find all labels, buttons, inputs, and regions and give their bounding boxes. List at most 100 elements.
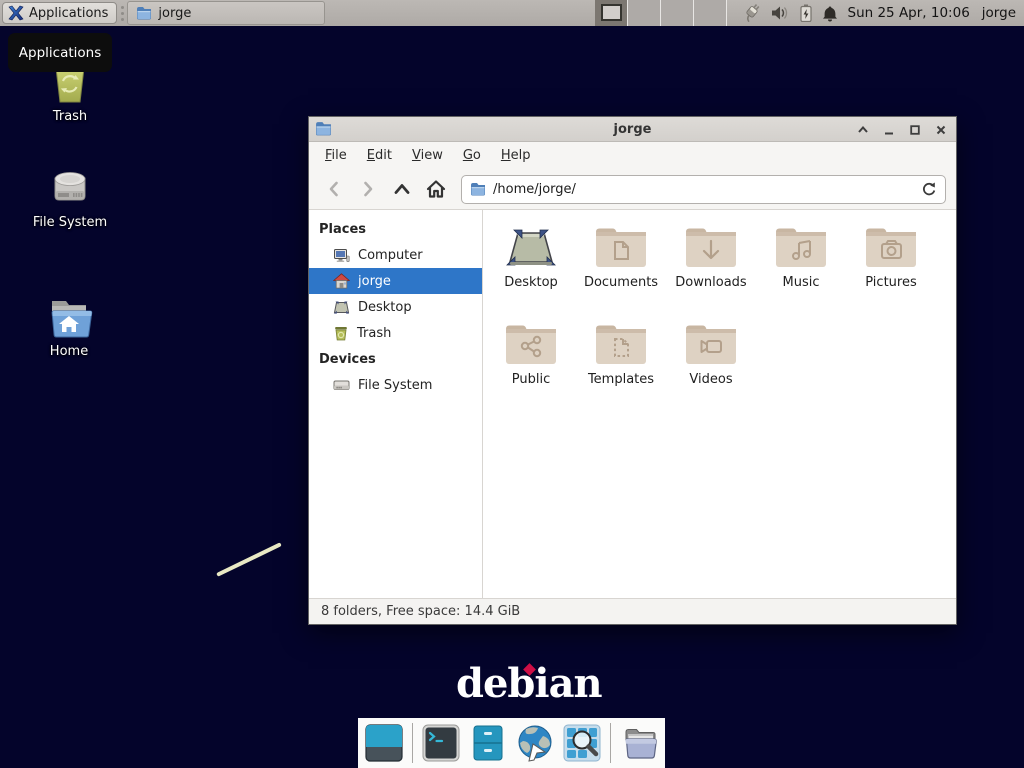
- applications-menu-button[interactable]: Applications: [2, 2, 117, 24]
- applications-tooltip: Applications: [8, 33, 112, 72]
- menu-edit[interactable]: Edit: [359, 145, 400, 166]
- sidebar-item-desktop-label: Desktop: [358, 300, 412, 315]
- dock-separator: [610, 723, 611, 763]
- file-item-pictures-label: Pictures: [865, 275, 916, 290]
- launcher-dock: [358, 718, 665, 768]
- xfce-logo-icon: [8, 5, 24, 21]
- file-item-desktop-label: Desktop: [504, 275, 558, 290]
- user-home-icon: [333, 273, 350, 289]
- file-item-desktop[interactable]: Desktop: [486, 224, 576, 321]
- desktop-icon-trash-label: Trash: [53, 109, 87, 124]
- sidebar-header-devices: Devices: [309, 346, 482, 372]
- file-item-music[interactable]: Music: [756, 224, 846, 321]
- power-plug-icon[interactable]: [741, 4, 761, 22]
- file-item-downloads[interactable]: Downloads: [666, 224, 756, 321]
- hard-drive-icon: [47, 166, 93, 210]
- workspace-pager: [595, 0, 727, 26]
- file-item-documents-label: Documents: [584, 275, 658, 290]
- menu-go[interactable]: Go: [455, 145, 489, 166]
- sidebar-item-jorge[interactable]: jorge: [309, 268, 482, 294]
- workspace-4[interactable]: [694, 0, 727, 26]
- stray-line-artifact: [216, 542, 282, 577]
- sidebar-item-desktop[interactable]: Desktop: [309, 294, 482, 320]
- close-button[interactable]: [934, 123, 948, 137]
- drive-mini-icon: [333, 378, 350, 392]
- file-pane: Desktop Documents: [483, 210, 956, 598]
- desktop-icon-home[interactable]: Home: [20, 297, 118, 359]
- file-item-pictures[interactable]: Pictures: [846, 224, 936, 321]
- templates-folder-icon: [593, 321, 649, 367]
- file-item-videos[interactable]: Videos: [666, 321, 756, 418]
- sidebar-item-trash[interactable]: Trash: [309, 320, 482, 346]
- battery-charging-icon[interactable]: [800, 4, 812, 22]
- workspace-2[interactable]: [628, 0, 661, 26]
- show-desktop-icon[interactable]: [365, 724, 403, 762]
- file-item-public-label: Public: [512, 372, 550, 387]
- file-item-videos-label: Videos: [689, 372, 732, 387]
- menu-help[interactable]: Help: [493, 145, 539, 166]
- panel-username[interactable]: jorge: [982, 5, 1016, 21]
- desktop-icon-file-system-label: File System: [33, 215, 107, 230]
- file-item-public[interactable]: Public: [486, 321, 576, 418]
- desktop-mini-icon: [333, 300, 350, 315]
- sidebar-item-computer-label: Computer: [358, 248, 423, 263]
- trash-mini-icon: [333, 325, 349, 341]
- home-button[interactable]: [421, 174, 451, 204]
- desktop-special-icon: [503, 224, 559, 270]
- top-panel: Applications jorge: [0, 0, 1024, 26]
- minimize-button[interactable]: [882, 123, 896, 137]
- toolbar: /home/jorge/: [309, 169, 956, 210]
- music-folder-icon: [773, 224, 829, 270]
- sidebar-item-jorge-label: jorge: [358, 274, 391, 289]
- taskbar-window-label: jorge: [158, 6, 191, 21]
- sidebar-header-places: Places: [309, 216, 482, 242]
- notifications-bell-icon[interactable]: [822, 5, 838, 22]
- file-manager-window: jorge File Edit View Go Help: [308, 116, 957, 625]
- statusbar: 8 folders, Free space: 14.4 GiB: [309, 598, 956, 624]
- path-folder-icon: [470, 182, 486, 196]
- public-folder-icon: [503, 321, 559, 367]
- workspace-1[interactable]: [595, 0, 628, 26]
- reload-icon[interactable]: [921, 181, 937, 197]
- taskbar-window-button[interactable]: jorge: [127, 1, 325, 25]
- workspace-window-thumb: [601, 4, 622, 21]
- file-cabinet-icon[interactable]: [469, 724, 507, 762]
- debian-wordmark: debian: [456, 660, 602, 707]
- applications-menu-label: Applications: [29, 6, 108, 21]
- volume-icon[interactable]: [771, 5, 790, 21]
- application-finder-icon[interactable]: [563, 724, 601, 762]
- web-browser-icon[interactable]: [516, 724, 554, 762]
- file-item-templates[interactable]: Templates: [576, 321, 666, 418]
- file-item-templates-label: Templates: [588, 372, 654, 387]
- forward-button[interactable]: [353, 174, 383, 204]
- menu-view[interactable]: View: [404, 145, 451, 166]
- sidebar-item-computer[interactable]: Computer: [309, 242, 482, 268]
- documents-folder-icon: [593, 224, 649, 270]
- system-tray: [741, 4, 838, 22]
- desktop-icon-home-label: Home: [50, 344, 88, 359]
- window-titlebar[interactable]: jorge: [309, 117, 956, 142]
- file-item-downloads-label: Downloads: [675, 275, 746, 290]
- folder-icon: [136, 6, 152, 20]
- videos-folder-icon: [683, 321, 739, 367]
- terminal-icon[interactable]: [422, 724, 460, 762]
- menu-file[interactable]: File: [317, 145, 355, 166]
- back-button[interactable]: [319, 174, 349, 204]
- path-text[interactable]: /home/jorge/: [493, 182, 914, 197]
- sidebar: Places Computer jorge: [309, 210, 483, 598]
- desktop-icon-file-system[interactable]: File System: [21, 166, 119, 230]
- dock-separator: [412, 723, 413, 763]
- file-folder-icon[interactable]: [620, 724, 658, 762]
- panel-clock[interactable]: Sun 25 Apr, 10:06: [848, 5, 970, 21]
- up-button[interactable]: [387, 174, 417, 204]
- file-item-documents[interactable]: Documents: [576, 224, 666, 321]
- menubar: File Edit View Go Help: [309, 142, 956, 169]
- sidebar-item-file-system[interactable]: File System: [309, 372, 482, 398]
- window-folder-icon: [315, 121, 332, 136]
- path-bar[interactable]: /home/jorge/: [461, 175, 946, 204]
- pictures-folder-icon: [863, 224, 919, 270]
- shade-button[interactable]: [856, 123, 870, 137]
- panel-grip[interactable]: [119, 4, 125, 22]
- maximize-button[interactable]: [908, 123, 922, 137]
- workspace-3[interactable]: [661, 0, 694, 26]
